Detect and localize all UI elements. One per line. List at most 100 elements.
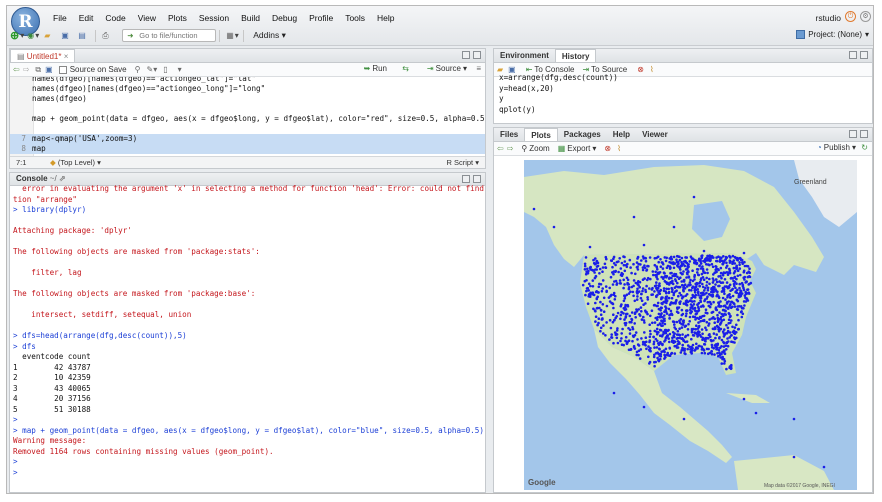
wand-icon[interactable]: ✎▾ xyxy=(146,65,157,74)
history-item[interactable]: y=head(x,20) xyxy=(496,84,872,95)
data-point xyxy=(665,291,668,295)
code-area[interactable]: names(dfgeo)[names(dfgeo)=="actiongeo_la… xyxy=(10,77,485,157)
close-tab-icon[interactable]: × xyxy=(64,52,69,61)
console-output[interactable]: error in evaluating the argument 'x' in … xyxy=(10,184,485,478)
scope-indicator[interactable]: ◆ (Top Level) ▾ xyxy=(50,158,101,167)
broom-icon[interactable]: ⌇ xyxy=(617,144,621,153)
code-line[interactable]: 8 map xyxy=(10,144,485,154)
save-button[interactable]: ▣ xyxy=(61,29,75,42)
code-line[interactable]: names(dfgeo)[names(dfgeo)=="actiongeo_la… xyxy=(10,77,485,84)
filetype-selector[interactable]: R Script ▾ xyxy=(446,158,479,167)
history-item[interactable]: y xyxy=(496,94,872,105)
data-point xyxy=(619,339,622,343)
workspace-panes-button[interactable]: ▦ ▾ xyxy=(226,29,240,42)
tab-plots[interactable]: Plots xyxy=(524,128,558,141)
back-arrow-icon[interactable]: ⇦ xyxy=(13,65,20,74)
data-point xyxy=(625,342,629,346)
run-button[interactable]: ➥ Run xyxy=(364,64,387,73)
data-point xyxy=(690,289,693,292)
open-project-button[interactable]: ◉ ▾ xyxy=(27,29,41,42)
code-line[interactable]: names(dfgeo)[names(dfgeo)=="actiongeo_lo… xyxy=(10,84,485,94)
tab-packages[interactable]: Packages xyxy=(558,128,607,141)
menu-debug[interactable]: Debug xyxy=(266,13,303,23)
code-line[interactable]: map + geom_point(data = dfgeo, aes(x = d… xyxy=(10,114,485,124)
source-button[interactable]: ⇥ Source ▾ xyxy=(427,64,467,73)
compile-report-icon[interactable]: ▯ xyxy=(163,65,167,74)
data-point xyxy=(594,301,597,305)
maximize-pane-icon[interactable] xyxy=(860,51,868,59)
publish-button[interactable]: ◔ Publish ▾ xyxy=(817,143,856,152)
zoom-button[interactable]: ⚲ Zoom xyxy=(521,144,549,153)
menu-build[interactable]: Build xyxy=(235,13,266,23)
search-icon[interactable]: ⚲ xyxy=(135,65,141,74)
menu-tools[interactable]: Tools xyxy=(339,13,371,23)
prev-plot-icon[interactable]: ⇦ xyxy=(497,144,504,153)
settings-icon[interactable]: ⚙ xyxy=(860,11,871,22)
minimize-pane-icon[interactable] xyxy=(849,51,857,59)
data-point xyxy=(605,304,609,308)
data-point xyxy=(711,265,715,269)
code-line[interactable] xyxy=(10,124,485,134)
quit-session-icon[interactable]: ⏻ xyxy=(845,11,856,22)
minimize-pane-icon[interactable] xyxy=(462,175,470,183)
history-list[interactable]: x=arrange(dfg,desc(count)) y=head(x,20) y q… xyxy=(494,73,872,115)
project-menu[interactable]: Project: (None) ▾ xyxy=(796,30,869,39)
next-plot-icon[interactable]: ⇨ xyxy=(507,144,514,153)
open-file-button[interactable]: ▰ xyxy=(44,29,58,42)
tab-help[interactable]: Help xyxy=(607,128,636,141)
menu-session[interactable]: Session xyxy=(193,13,235,23)
minimize-pane-icon[interactable] xyxy=(462,51,470,59)
menu-plots[interactable]: Plots xyxy=(162,13,193,23)
maximize-pane-icon[interactable] xyxy=(860,130,868,138)
data-point xyxy=(587,282,591,286)
new-file-button[interactable]: ⊕ ▾ xyxy=(10,29,24,42)
chevron-down-icon[interactable]: ▾ xyxy=(178,65,182,74)
rerun-icon[interactable]: ⇆ xyxy=(402,64,409,73)
code-line[interactable]: names(dfgeo) xyxy=(10,94,485,104)
refresh-icon[interactable]: ↻ xyxy=(861,143,868,152)
menu-file[interactable]: File xyxy=(47,13,73,23)
menu-code[interactable]: Code xyxy=(99,13,131,23)
data-point xyxy=(618,279,622,282)
goto-file-input[interactable]: ➜ Go to file/function xyxy=(122,29,217,42)
data-point xyxy=(594,315,598,318)
show-in-window-icon[interactable]: ⧉ xyxy=(35,65,41,75)
print-button[interactable]: ⎙ xyxy=(102,29,116,42)
data-point xyxy=(703,343,707,346)
tab-history[interactable]: History xyxy=(554,49,597,62)
minimize-pane-icon[interactable] xyxy=(849,130,857,138)
data-point xyxy=(694,293,698,297)
menu-edit[interactable]: Edit xyxy=(73,13,100,23)
forward-arrow-icon[interactable]: ⇨ xyxy=(23,65,30,74)
data-point xyxy=(665,335,668,339)
data-point xyxy=(665,353,669,357)
save-doc-icon[interactable]: ▣ xyxy=(45,65,53,74)
data-point xyxy=(636,283,639,286)
main-menu: File Edit Code View Plots Session Build … xyxy=(47,13,401,23)
data-point xyxy=(685,303,689,307)
menu-profile[interactable]: Profile xyxy=(303,13,339,23)
export-button[interactable]: ▦ Export ▾ xyxy=(558,144,597,153)
history-item[interactable]: x=arrange(dfg,desc(count)) xyxy=(496,73,872,84)
goto-dir-icon[interactable]: ⇗ xyxy=(59,174,66,183)
save-all-button[interactable]: ▤ xyxy=(78,29,92,42)
code-line[interactable]: 7 map<-qmap('USA',zoom=3) xyxy=(10,134,485,144)
tab-viewer[interactable]: Viewer xyxy=(636,128,674,141)
outline-icon[interactable]: ≡ xyxy=(476,64,481,73)
data-point xyxy=(651,321,654,325)
code-line[interactable] xyxy=(10,104,485,114)
data-point xyxy=(742,286,745,290)
addins-menu[interactable]: Addins ▾ xyxy=(253,30,286,41)
tab-environment[interactable]: Environment xyxy=(494,49,555,62)
data-point xyxy=(673,335,676,339)
tab-files[interactable]: Files xyxy=(494,128,524,141)
tab-untitled1[interactable]: ▤ Untitled1* × xyxy=(10,49,76,62)
source-on-save-checkbox[interactable] xyxy=(58,65,67,74)
menu-help[interactable]: Help xyxy=(371,13,400,23)
history-item[interactable]: qplot(y) xyxy=(496,105,872,116)
remove-plot-icon[interactable]: ⊗ xyxy=(604,144,611,153)
maximize-pane-icon[interactable] xyxy=(473,51,481,59)
menu-view[interactable]: View xyxy=(132,13,162,23)
data-point xyxy=(719,266,723,270)
maximize-pane-icon[interactable] xyxy=(473,175,481,183)
